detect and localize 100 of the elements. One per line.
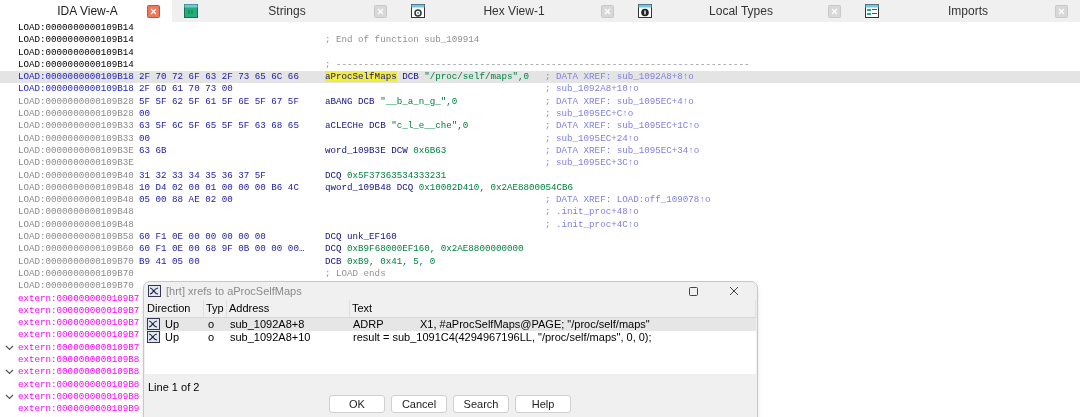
xref-comment: ; .init_proc+4C↑o <box>545 218 639 232</box>
hex-bytes: B9 41 05 00 <box>139 255 200 267</box>
code-text: word_109B3E DCW 0x6B63 <box>325 144 447 156</box>
column-header[interactable]: Address <box>227 300 350 317</box>
xref-comment: ; sub_1095EC+24↑o <box>545 132 639 145</box>
hex-bytes: 00 <box>139 108 151 120</box>
hex-bytes: 5F 5F 62 5F 61 5F 6E 5F 67 5F <box>139 95 299 107</box>
code-text: DCQ 0xB9F68000EF160, 0x2AE8800000000 <box>325 243 524 255</box>
xref-icon <box>147 330 160 343</box>
address-text: LOAD:0000000000109B3E <box>18 157 135 170</box>
hex-bytes: 60 F1 0E 00 00 00 00 00 <box>139 231 266 243</box>
code-text: ADRP X1, #aProcSelfMaps@PAGE; "/proc/self/maps" <box>352 317 651 332</box>
dialog-button[interactable]: OK <box>329 395 385 413</box>
address-text: LOAD:0000000000109B3E <box>18 144 135 158</box>
hex-bytes: 00 <box>139 132 151 144</box>
hex-bytes: 60 F1 0E 00 68 9F 0B 00 00 00… <box>139 243 305 255</box>
address-text: LOAD:0000000000109B48 <box>18 194 135 207</box>
code-text: ; End of function sub_109914 <box>325 34 480 46</box>
address-text: LOAD:0000000000109B33 <box>18 120 135 133</box>
column-header[interactable]: Direction <box>145 300 204 317</box>
column-header[interactable]: Typ <box>204 300 227 317</box>
type-text: o <box>207 317 216 332</box>
address-text: extern:0000000000109B7 <box>18 341 139 354</box>
hex-icon <box>411 4 425 18</box>
status-text: Line 1 of 2 <box>148 381 200 393</box>
address-text: LOAD:0000000000109B14 <box>18 22 135 35</box>
address-text: LOAD:0000000000109B40 <box>18 169 135 182</box>
code-text: aBANG DCB "__b_a_n_g_",0 <box>325 95 458 107</box>
address-text: extern:0000000000109B8 <box>18 354 139 367</box>
xref-icon <box>148 285 161 297</box>
address-text: sub_1092A8+10 <box>229 330 312 345</box>
address-text: extern:0000000000109B7 <box>18 329 139 342</box>
address-text: extern:0000000000109B7 <box>18 317 139 330</box>
address-text: LOAD:0000000000109B58 <box>18 231 135 244</box>
hex-bytes: 2F 70 72 6F 63 2F 73 65 6C 66 <box>139 71 299 83</box>
address-text: extern:0000000000109B7 <box>18 304 139 318</box>
xref-comment: ; sub_1095EC+3C↑o <box>545 157 639 170</box>
tab[interactable]: IDA View-A <box>0 0 172 22</box>
address-text: LOAD:0000000000109B48 <box>18 206 135 219</box>
direction-text: Up <box>165 330 180 345</box>
code-text: aProcSelfMaps DCB "/proc/self/maps",0 <box>325 71 530 83</box>
hex-bytes: 63 5F 6C 5F 65 5F 5F 63 68 65 <box>139 120 299 132</box>
xref-comment: ; DATA XREF: sub_1092A8+8↑o <box>545 71 694 84</box>
hex-bytes: 10 D4 02 00 01 00 00 00 B6 4C <box>139 181 299 193</box>
xref-comment: ; .init_proc+48↑o <box>545 206 639 219</box>
direction-text: Up <box>165 317 180 332</box>
code-text: DCQ 0x5F37363534333231 <box>325 169 447 181</box>
address-text: LOAD:0000000000109B28 <box>18 108 135 121</box>
types-icon <box>638 4 652 18</box>
dialog-title: [hrt] xrefs to aProcSelfMaps <box>166 283 303 299</box>
hex-bytes: 31 32 33 34 35 36 37 5F <box>139 169 266 181</box>
address-text: LOAD:0000000000109B70 <box>18 280 135 293</box>
address-text: extern:0000000000109B7 <box>18 292 139 305</box>
address-text: LOAD:0000000000109B18 <box>18 71 135 84</box>
address-text: LOAD:0000000000109B28 <box>18 95 135 109</box>
chevron-down-icon[interactable] <box>4 369 14 376</box>
dialog-button[interactable]: Cancel <box>391 395 447 413</box>
address-text: LOAD:0000000000109B14 <box>18 46 135 59</box>
close-icon[interactable] <box>729 286 739 296</box>
code-text: DCB 0xB9, 0x41, 5, 0 <box>325 255 436 267</box>
code-text: DCQ unk_EF160 <box>325 231 397 243</box>
maximize-icon[interactable] <box>689 286 698 296</box>
dialog-button[interactable]: Help <box>515 395 571 413</box>
chevron-down-icon[interactable] <box>4 344 14 351</box>
strings-icon <box>184 4 198 18</box>
address-text: LOAD:0000000000109B18 <box>18 83 135 96</box>
address-text: LOAD:0000000000109B48 <box>18 218 135 232</box>
hex-bytes: 05 00 88 AE 02 00 <box>139 194 233 206</box>
xref-comment: ; DATA XREF: sub_1095EC+4↑o <box>545 95 694 109</box>
address-text: sub_1092A8+8 <box>229 317 306 332</box>
column-header[interactable]: Text <box>350 300 756 317</box>
dialog-button[interactable]: Search <box>453 395 509 413</box>
code-text: ; LOAD ends <box>325 267 386 279</box>
imports-icon <box>865 4 879 18</box>
address-text: LOAD:0000000000109B14 <box>18 34 135 47</box>
xref-comment: ; sub_1092A8+10↑o <box>545 83 639 96</box>
hex-bytes: 2F 6D 61 70 73 00 <box>139 83 233 95</box>
address-text: extern:0000000000109B8 <box>18 366 139 379</box>
xref-comment: ; DATA XREF: sub_1095EC+34↑o <box>545 144 700 158</box>
address-text: extern:0000000000109B9 <box>18 403 139 416</box>
code-text: ; --------------------------------------------------------------------------- <box>325 58 750 70</box>
xref-icon <box>147 318 160 331</box>
code-text: result = sub_1091C4(4294967196LL, "/proc/self/maps", 0, 0); <box>352 330 653 345</box>
hex-bytes: 63 6B <box>139 144 167 156</box>
chevron-down-icon[interactable] <box>4 394 14 401</box>
address-text: extern:0000000000109B8 <box>18 390 139 404</box>
address-text: LOAD:0000000000109B70 <box>18 267 135 281</box>
code-text: qword_109B48 DCQ 0x10002D410, 0x2AE8800054CB6 <box>325 181 574 193</box>
address-text: LOAD:0000000000109B48 <box>18 181 135 195</box>
xref-comment: ; DATA XREF: sub_1095EC+1C↑o <box>545 120 700 133</box>
xref-comment: ; DATA XREF: LOAD:off_109078↑o <box>545 194 711 207</box>
address-text: LOAD:0000000000109B60 <box>18 243 135 256</box>
code-text: aCLECHe DCB "c_l_e__che",0 <box>325 120 469 132</box>
address-text: LOAD:0000000000109B33 <box>18 132 135 145</box>
xref-row[interactable]: Up o sub_1092A8+8 ADRP X1, #aProcSelfMaps@PAGE; "/proc/self/maps" <box>145 318 756 331</box>
address-text: extern:0000000000109B8 <box>18 378 139 391</box>
address-text: LOAD:0000000000109B70 <box>18 255 135 268</box>
address-text: LOAD:0000000000109B14 <box>18 58 135 72</box>
close-icon[interactable] <box>147 4 160 18</box>
type-text: o <box>207 329 216 345</box>
